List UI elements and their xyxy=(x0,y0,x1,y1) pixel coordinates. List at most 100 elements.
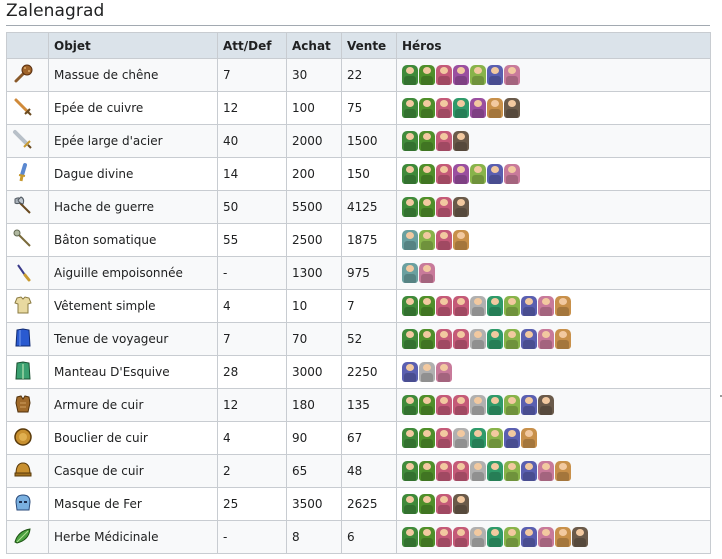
hero-sprite-icon xyxy=(453,230,469,250)
item-buy-price: 180 xyxy=(286,388,342,422)
hero-sprite-icon xyxy=(419,428,435,448)
hero-sprite-icon xyxy=(538,329,554,349)
table-row: Massue de chêne 7 30 22 xyxy=(6,58,711,92)
item-attdef: - xyxy=(217,256,287,290)
item-sell-price: 2250 xyxy=(341,355,397,389)
item-attdef: 14 xyxy=(217,157,287,191)
hero-sprite-icon xyxy=(487,329,503,349)
hero-sprite-icon xyxy=(402,494,418,514)
dodge-cloak-icon xyxy=(12,360,34,385)
item-attdef: 4 xyxy=(217,421,287,455)
hero-sprite-icon xyxy=(453,65,469,85)
item-icon-cell xyxy=(6,256,49,290)
hero-sprite-icon xyxy=(419,395,435,415)
item-name: Bâton somatique xyxy=(48,223,218,257)
item-buy-price: 70 xyxy=(286,322,342,356)
heroes-cell xyxy=(396,388,711,422)
item-buy-price: 1300 xyxy=(286,256,342,290)
hero-sprite-icon xyxy=(504,395,520,415)
item-buy-price: 8 xyxy=(286,520,342,554)
hero-sprite-icon xyxy=(419,362,435,382)
item-name: Epée de cuivre xyxy=(48,91,218,125)
hero-sprite-icon xyxy=(487,98,503,118)
item-sell-price: 135 xyxy=(341,388,397,422)
table-header-row: Objet Att/Def Achat Vente Héros xyxy=(6,32,711,59)
item-icon-cell xyxy=(6,520,49,554)
item-icon-cell xyxy=(6,421,49,455)
heroes-cell xyxy=(396,322,711,356)
hero-sprite-icon xyxy=(402,197,418,217)
leather-shield-icon xyxy=(12,426,34,451)
heroes-cell xyxy=(396,190,711,224)
table-row: Bouclier de cuir 4 90 67 xyxy=(6,421,711,455)
hero-sprite-icon xyxy=(419,263,435,283)
heroes-cell xyxy=(396,355,711,389)
hero-sprite-icon xyxy=(436,98,452,118)
item-attdef: 12 xyxy=(217,388,287,422)
hero-sprite-icon xyxy=(436,527,452,547)
header-heros: Héros xyxy=(396,32,711,59)
travelers-clothes-icon xyxy=(12,327,34,352)
item-attdef: 12 xyxy=(217,91,287,125)
item-name: Masque de Fer xyxy=(48,487,218,521)
hero-sprite-icon xyxy=(402,230,418,250)
hero-sprite-icon xyxy=(402,296,418,316)
hero-sprite-icon xyxy=(487,65,503,85)
hero-sprite-icon xyxy=(453,461,469,481)
hero-sprite-icon xyxy=(419,98,435,118)
item-attdef: 7 xyxy=(217,322,287,356)
item-name: Armure de cuir xyxy=(48,388,218,422)
table-row: Dague divine 14 200 150 xyxy=(6,157,711,191)
item-attdef: 50 xyxy=(217,190,287,224)
item-icon-cell xyxy=(6,388,49,422)
heroes-cell xyxy=(396,487,711,521)
item-buy-price: 10 xyxy=(286,289,342,323)
item-attdef: 7 xyxy=(217,58,287,92)
item-sell-price: 22 xyxy=(341,58,397,92)
hero-sprite-icon xyxy=(555,527,571,547)
item-name: Bouclier de cuir xyxy=(48,421,218,455)
hero-sprite-icon xyxy=(555,329,571,349)
hero-sprite-icon xyxy=(521,395,537,415)
item-buy-price: 30 xyxy=(286,58,342,92)
hero-sprite-icon xyxy=(572,527,588,547)
hero-sprite-icon xyxy=(487,527,503,547)
hero-sprite-icon xyxy=(538,296,554,316)
item-icon-cell xyxy=(6,487,49,521)
shop-table: Objet Att/Def Achat Vente Héros Massue d… xyxy=(6,32,711,554)
heroes-cell xyxy=(396,421,711,455)
header-vente: Vente xyxy=(341,32,397,59)
item-name: Hache de guerre xyxy=(48,190,218,224)
hero-sprite-icon xyxy=(436,65,452,85)
hero-sprite-icon xyxy=(504,164,520,184)
hero-sprite-icon xyxy=(470,428,486,448)
table-row: Herbe Médicinale -8 6 xyxy=(6,520,711,554)
header-achat: Achat xyxy=(286,32,342,59)
hero-sprite-icon xyxy=(419,494,435,514)
hero-sprite-icon xyxy=(487,296,503,316)
hero-sprite-icon xyxy=(538,461,554,481)
table-row: Armure de cuir 12 180 135 xyxy=(6,388,711,422)
copper-sword-icon xyxy=(12,96,34,121)
hero-sprite-icon xyxy=(419,131,435,151)
item-sell-price: 48 xyxy=(341,454,397,488)
hero-sprite-icon xyxy=(453,494,469,514)
hero-sprite-icon xyxy=(521,329,537,349)
hero-sprite-icon xyxy=(453,428,469,448)
heading-divider xyxy=(6,25,710,26)
item-icon-cell xyxy=(6,190,49,224)
hero-sprite-icon xyxy=(487,428,503,448)
hero-sprite-icon xyxy=(521,428,537,448)
item-buy-price: 200 xyxy=(286,157,342,191)
item-sell-price: 150 xyxy=(341,157,397,191)
hero-sprite-icon xyxy=(538,527,554,547)
hero-sprite-icon xyxy=(419,329,435,349)
hero-sprite-icon xyxy=(436,395,452,415)
hero-sprite-icon xyxy=(436,461,452,481)
page-title: Zalenagrad xyxy=(6,1,105,21)
leather-hat-icon xyxy=(12,459,34,484)
somatic-staff-icon xyxy=(12,228,34,253)
item-attdef: 2 xyxy=(217,454,287,488)
item-name: Dague divine xyxy=(48,157,218,191)
hero-sprite-icon xyxy=(436,296,452,316)
